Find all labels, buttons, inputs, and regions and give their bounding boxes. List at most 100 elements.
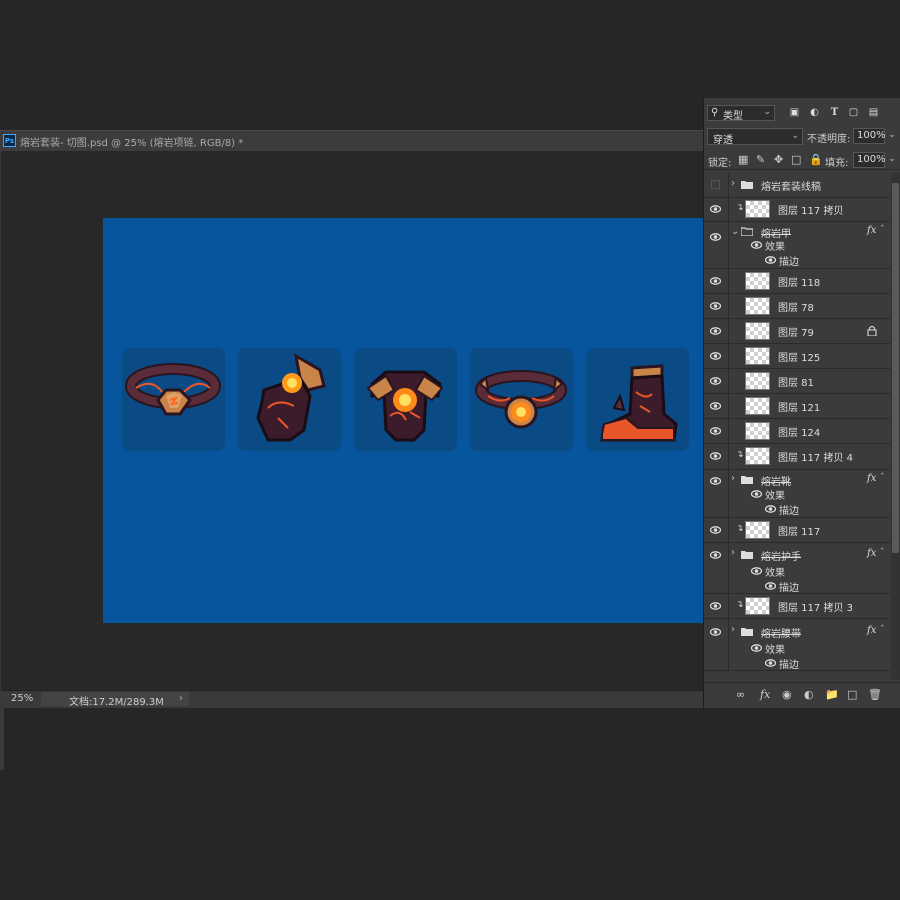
layer-name: 图层 125	[778, 352, 821, 364]
chevron-up-icon[interactable]: ˆ	[880, 548, 885, 558]
chevron-down-icon[interactable]: ⌄	[731, 226, 739, 237]
visibility-toggle[interactable]	[704, 517, 729, 542]
clipping-mask-icon: ↴	[736, 599, 744, 610]
visibility-toggle[interactable]	[704, 593, 729, 618]
layer-row[interactable]: 图层 81	[704, 368, 890, 394]
visibility-toggle[interactable]	[704, 418, 729, 443]
eye-icon	[751, 241, 762, 249]
visibility-toggle[interactable]	[704, 221, 729, 268]
chevron-up-icon[interactable]: ˆ	[880, 225, 885, 235]
artboard[interactable]	[103, 218, 703, 623]
eye-icon	[765, 505, 776, 513]
layer-name: 图层 121	[778, 402, 821, 414]
new-group-icon[interactable]: 📁	[825, 688, 839, 701]
layer-row[interactable]: 图层 124	[704, 418, 890, 444]
layer-row[interactable]: ↴ 图层 117 拷贝	[704, 197, 890, 222]
layer-row[interactable]: 图层 121	[704, 393, 890, 419]
lock-all-icon[interactable]: 🔒	[809, 153, 823, 166]
chevron-up-icon[interactable]: ˆ	[880, 625, 885, 635]
chevron-right-icon[interactable]: ›	[731, 178, 735, 189]
visibility-toggle[interactable]	[704, 368, 729, 393]
icon-slot-gauntlet[interactable]	[238, 348, 341, 451]
eye-icon	[765, 659, 776, 667]
trash-icon[interactable]: 🗑	[868, 688, 882, 701]
fill-input[interactable]: 100%	[853, 152, 886, 168]
gauntlet-icon	[256, 353, 326, 442]
visibility-off-icon	[711, 180, 720, 189]
filter-kind-label: 类型	[723, 111, 743, 122]
layer-row[interactable]: 图层 118	[704, 268, 890, 294]
chevron-down-icon[interactable]: ⌄	[888, 154, 896, 164]
zoom-level[interactable]: 25%	[11, 693, 33, 704]
layer-row[interactable]: ↴ 图层 117 拷贝 4	[704, 443, 890, 470]
visibility-toggle[interactable]	[704, 618, 729, 670]
layer-group-row[interactable]: › 熔岩套装线稿	[704, 173, 890, 198]
effects-label: 效果	[765, 568, 785, 579]
eye-icon	[710, 601, 721, 610]
visibility-toggle[interactable]	[704, 343, 729, 368]
chevron-right-icon[interactable]: ›	[179, 693, 183, 704]
visibility-toggle[interactable]	[704, 542, 729, 593]
layer-thumbnail	[745, 200, 770, 218]
chevron-right-icon[interactable]: ›	[731, 547, 735, 558]
layer-row[interactable]: 图层 78	[704, 293, 890, 319]
chevron-right-icon[interactable]: ›	[731, 624, 735, 635]
opacity-input[interactable]: 100%	[853, 128, 886, 144]
eye-icon	[710, 628, 721, 636]
visibility-toggle[interactable]	[704, 173, 729, 197]
fx-icon[interactable]: fx	[867, 625, 876, 636]
clipping-mask-icon: ↴	[736, 450, 744, 460]
chevron-up-icon[interactable]: ˆ	[880, 473, 885, 483]
visibility-toggle[interactable]	[704, 393, 729, 418]
adjustment-layer-icon[interactable]: ◐	[804, 688, 814, 701]
visibility-toggle[interactable]	[704, 443, 729, 469]
icon-slot-belt[interactable]	[470, 348, 573, 451]
eye-icon	[710, 525, 721, 534]
link-layers-icon[interactable]: ∞	[736, 688, 745, 701]
icon-slot-boot[interactable]	[586, 348, 689, 451]
eye-icon	[751, 490, 762, 498]
lock-transparency-icon[interactable]: ▦	[738, 153, 748, 166]
fill-label: 填充:	[825, 158, 849, 169]
layer-group-row[interactable]: ⌄ 熔岩甲 fx ˆ 效果 描边	[704, 221, 890, 269]
chevron-down-icon[interactable]: ⌄	[888, 130, 896, 140]
visibility-toggle[interactable]	[704, 197, 729, 221]
fx-icon[interactable]: fx	[867, 225, 876, 236]
stroke-label: 描边	[779, 506, 799, 517]
layer-row[interactable]: ↴ 图层 117	[704, 517, 890, 543]
scrollbar-thumb[interactable]	[892, 183, 899, 553]
type-filter-icon[interactable]: T	[829, 107, 840, 118]
smart-object-filter-icon[interactable]: ▤	[868, 107, 879, 118]
lock-position-icon[interactable]: ✥	[774, 153, 783, 166]
doc-info-box[interactable]: 文档:17.2M/289.3M ›	[41, 692, 189, 708]
layer-row[interactable]: 图层 125	[704, 343, 890, 369]
fx-icon[interactable]: fx	[867, 548, 876, 559]
icon-slot-chest-armor[interactable]	[354, 348, 457, 451]
new-layer-icon[interactable]: □	[847, 688, 857, 701]
layer-row[interactable]: 图层 79	[704, 318, 890, 344]
layer-group-row[interactable]: › 熔岩腰带 fx ˆ 效果 描边	[704, 618, 890, 671]
document-tab[interactable]: Ps 熔岩套装- 切图.psd @ 25% (熔岩项链, RGB/8) *	[0, 130, 703, 152]
layer-row[interactable]: ↴ 图层 117 拷贝 3	[704, 593, 890, 619]
visibility-toggle[interactable]	[704, 268, 729, 293]
visibility-toggle[interactable]	[704, 469, 729, 517]
fx-icon[interactable]: fx	[867, 473, 876, 484]
effects-label: 效果	[765, 645, 785, 656]
filter-kind-select[interactable]: ⚲ 类型 ⌄	[707, 105, 775, 122]
shape-filter-icon[interactable]: ▢	[848, 107, 859, 118]
pixel-filter-icon[interactable]: ▣	[789, 107, 800, 118]
blend-mode-select[interactable]: 穿透 ⌄	[707, 128, 803, 146]
layer-group-row[interactable]: › 熔岩护手 fx ˆ 效果 描边	[704, 542, 890, 594]
chevron-right-icon[interactable]: ›	[731, 473, 735, 484]
layer-group-row[interactable]: › 熔岩靴 fx ˆ 效果 描边	[704, 469, 890, 518]
add-mask-icon[interactable]: ◉	[782, 688, 792, 701]
layer-thumbnail	[745, 321, 770, 340]
layer-list-scrollbar[interactable]	[891, 173, 900, 680]
lock-artboard-icon[interactable]: □	[791, 153, 801, 166]
add-style-icon[interactable]: fx	[760, 688, 770, 701]
visibility-toggle[interactable]	[704, 318, 729, 343]
adjustment-filter-icon[interactable]: ◐	[809, 107, 820, 118]
icon-slot-necklace[interactable]	[122, 348, 225, 451]
lock-brush-icon[interactable]: ✎	[756, 153, 765, 166]
visibility-toggle[interactable]	[704, 293, 729, 318]
